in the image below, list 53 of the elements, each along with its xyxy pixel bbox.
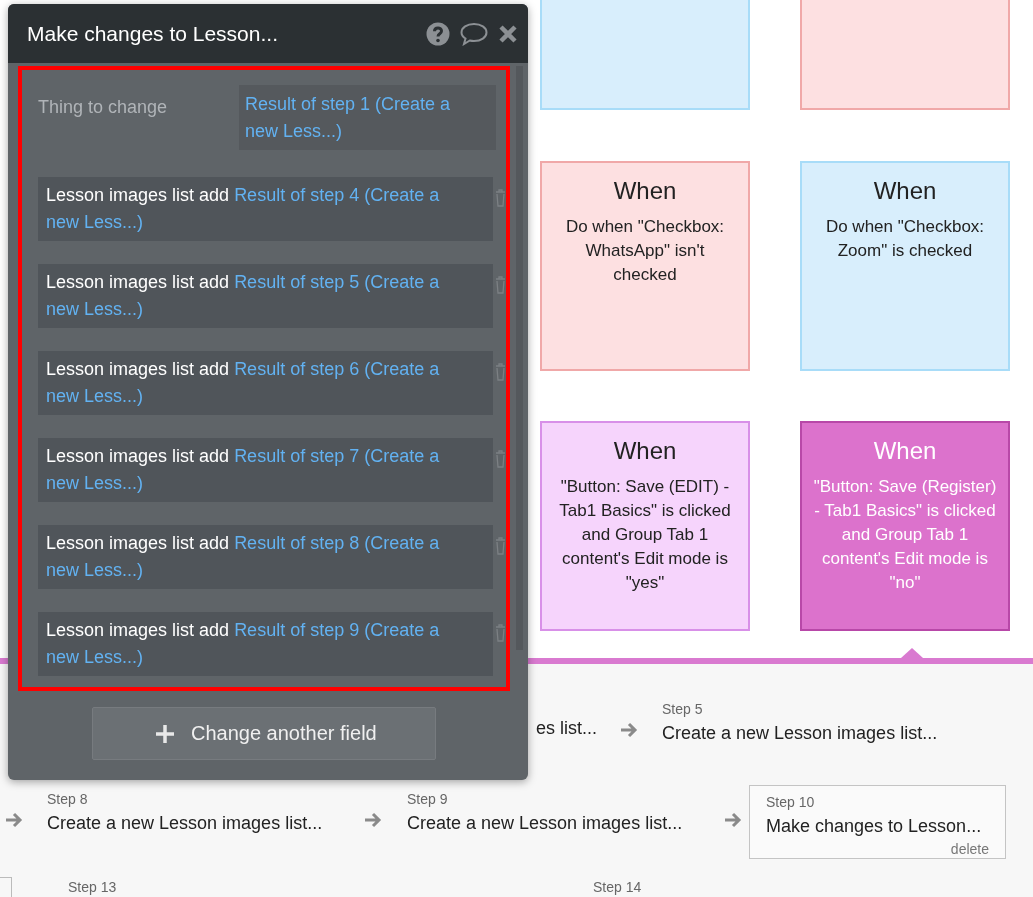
trash-icon[interactable]: [495, 537, 506, 555]
card-condition: "Button: Save (EDIT) - Tab1 Basics" is clicked and Group Tab 1 content's Edit mode is "yes": [558, 476, 732, 594]
card-condition: Do when "Checkbox: WhatsApp" isn't checked: [564, 216, 726, 286]
event-card[interactable]: When "Button: Save (EDIT) - Tab1 Basics" is clicked and Group Tab 1 content's Edit mode is "yes": [540, 421, 750, 631]
trash-icon[interactable]: [495, 624, 506, 642]
help-icon[interactable]: [426, 21, 450, 46]
workflow-step[interactable]: Step 5 Create a new Lesson images list...: [645, 692, 955, 753]
close-icon[interactable]: [498, 23, 518, 44]
step-number: Step 9: [407, 791, 449, 809]
arrow-right-icon: [363, 811, 383, 829]
step-number: Step 5: [662, 701, 704, 719]
field-expression[interactable]: Lesson images list add Result of step 6 (Create a new Less...): [38, 351, 494, 415]
step-number: Step 13: [68, 879, 117, 897]
field-expression[interactable]: Lesson images list add Result of step 9 (Create a new Less...): [38, 612, 494, 676]
arrow-right-icon: [723, 811, 743, 829]
plus-icon: [155, 723, 175, 744]
card-title: When: [873, 177, 937, 205]
panel-title: Make changes to Lesson...: [27, 21, 279, 46]
card-title: When: [613, 177, 677, 205]
step-title: Make changes to Lesson...: [766, 816, 983, 837]
event-card[interactable]: When Do when "Checkbox: Zoom" is checked: [800, 161, 1010, 371]
arrow-right-icon: [4, 811, 24, 829]
workflow-step[interactable]: Step 9 Create a new Lesson images list...: [390, 782, 700, 843]
step-title: Create a new Lesson images list...: [47, 813, 323, 834]
trash-icon[interactable]: [495, 450, 506, 468]
field-expression[interactable]: Lesson images list add Result of step 8 (Create a new Less...): [38, 525, 494, 589]
trash-icon[interactable]: [495, 363, 506, 381]
field-expression[interactable]: Lesson images list add Result of step 5 (Create a new Less...): [38, 264, 494, 328]
card-condition: Do when "Checkbox: Zoom" is checked: [824, 216, 986, 262]
field-expression[interactable]: Lesson images list add Result of step 7 (Create a new Less...): [38, 438, 494, 502]
card-title: When: [873, 437, 937, 465]
step-number: Step 14: [593, 879, 642, 897]
arrow-right-icon: [619, 721, 639, 739]
card-condition: "Button: Save (Register) - Tab1 Basics" is clicked and Group Tab 1 content's Edit mode is "no": [812, 476, 998, 594]
step-number: Step 10: [766, 794, 816, 812]
event-card[interactable]: When Do when "Checkbox: WhatsApp" isn't checked: [540, 161, 750, 371]
step-title: Create a new Lesson images list...: [662, 723, 938, 744]
step-title: Create a new Lesson images list...: [407, 813, 683, 834]
change-another-field-button[interactable]: Change another field: [92, 707, 436, 760]
step-number: Step 8: [47, 791, 89, 809]
trash-icon[interactable]: [495, 189, 506, 207]
card-title: When: [613, 437, 677, 465]
delete-link[interactable]: delete: [766, 841, 989, 857]
workflow-step[interactable]: Step 13: [51, 870, 134, 897]
step-card-edge: [0, 877, 12, 897]
workflow-step[interactable]: Step 8 Create a new Lesson images list...: [30, 782, 340, 843]
comment-icon[interactable]: [460, 21, 488, 46]
workflow-step[interactable]: Step 10 Make changes to Lesson... delete: [749, 785, 1006, 859]
workflow-step[interactable]: Step 14: [576, 870, 659, 897]
field-expression[interactable]: Lesson images list add Result of step 4 (Create a new Less...): [38, 177, 494, 241]
workflow-step[interactable]: es list...: [536, 718, 597, 739]
trash-icon[interactable]: [495, 276, 506, 294]
field-label: Thing to change: [38, 96, 169, 118]
